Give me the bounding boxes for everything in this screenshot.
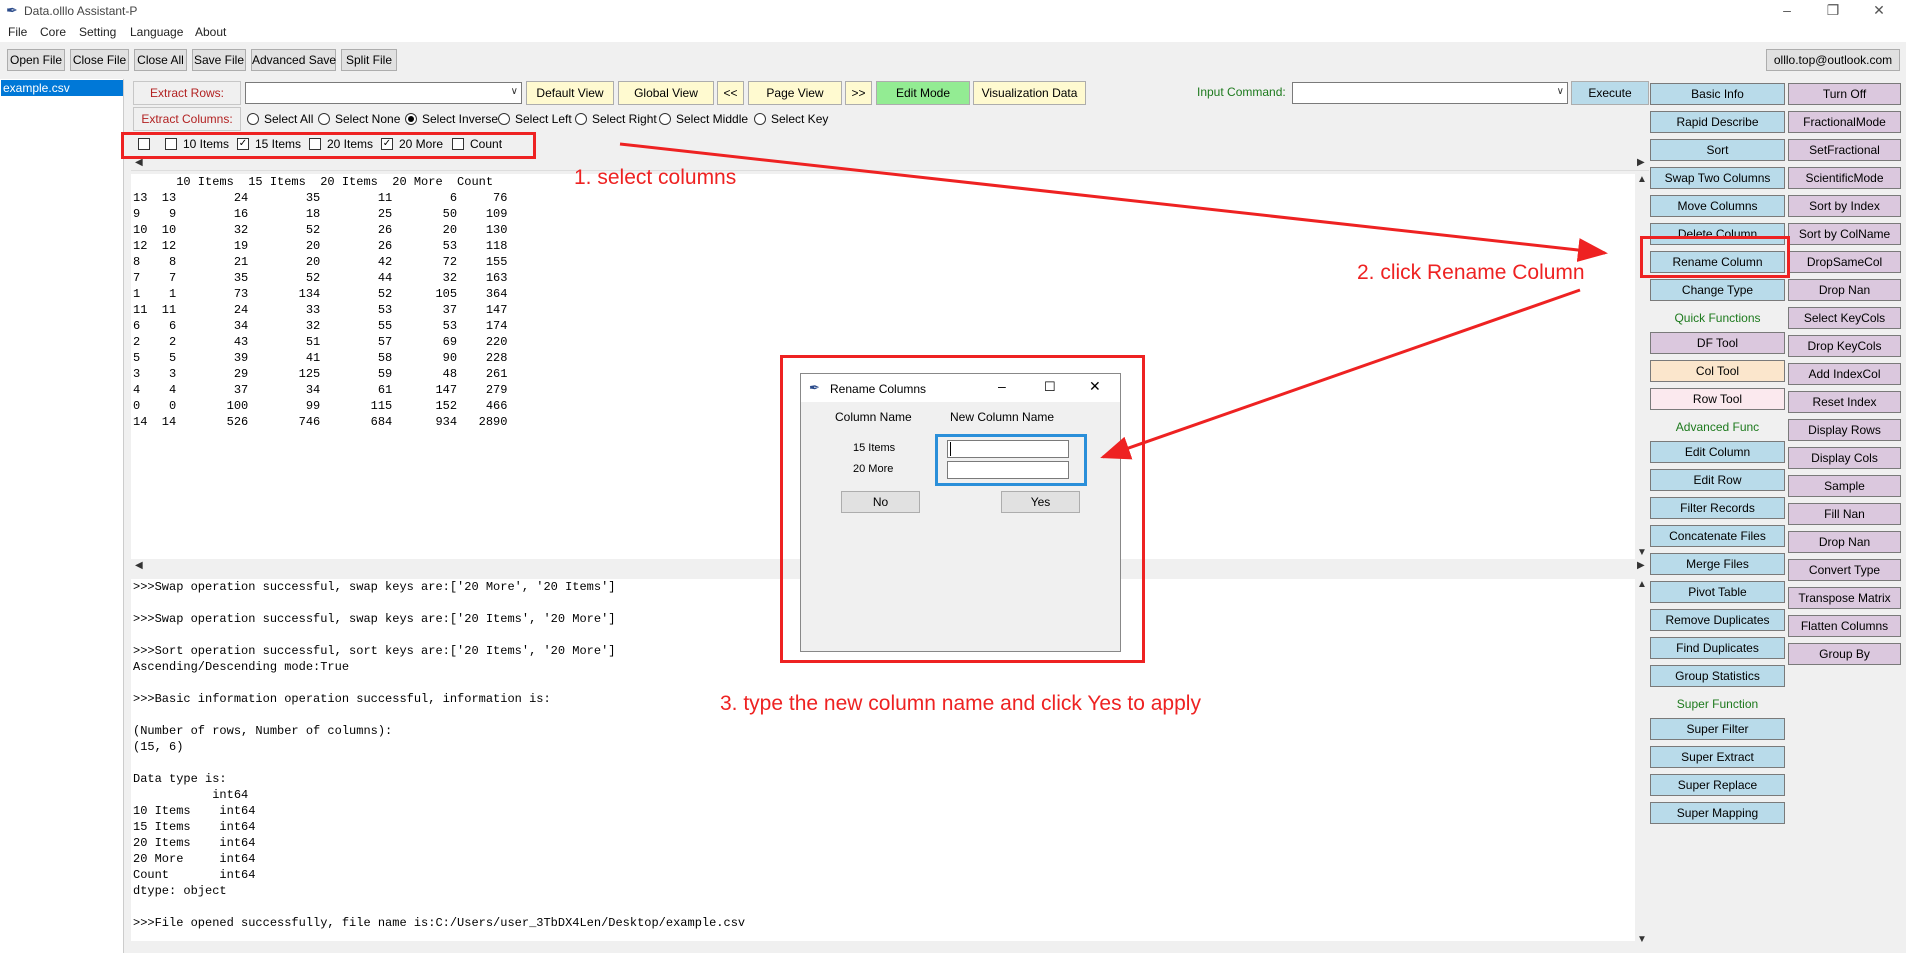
arrow-step1-to-step2 (619, 142, 1608, 262)
app-window: ✒ Data.olllo Assistant-P – ❐ ✕ File Core… (0, 0, 1906, 953)
arrow-step2-to-dialog (1100, 288, 1581, 460)
annotation-arrows (619, 142, 1608, 460)
